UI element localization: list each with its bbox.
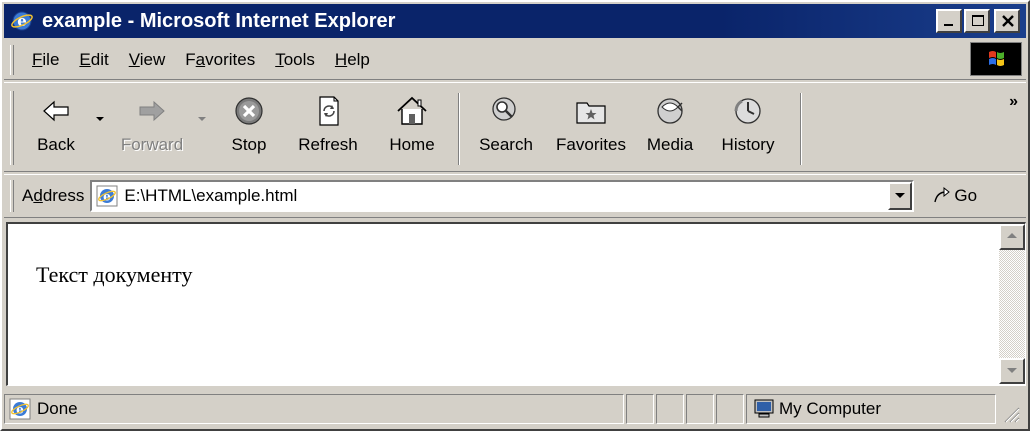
- status-pane-secure: [656, 393, 684, 424]
- close-icon: [1002, 15, 1014, 27]
- ie-logo-icon: e: [11, 11, 33, 31]
- status-bar: e Done My Computer: [4, 390, 1026, 427]
- search-button[interactable]: Search: [464, 91, 548, 167]
- scroll-up-button[interactable]: [999, 224, 1025, 250]
- address-input[interactable]: e E:\HTML\example.html: [90, 180, 915, 212]
- status-pane-main: e Done: [4, 393, 624, 424]
- svg-text:e: e: [17, 12, 27, 30]
- address-dropdown-button[interactable]: [888, 182, 913, 210]
- forward-button[interactable]: Forward: [112, 91, 192, 167]
- close-button[interactable]: [994, 9, 1020, 33]
- address-label: Address: [22, 186, 85, 205]
- status-text: Done: [37, 398, 78, 418]
- minimize-icon: [944, 24, 953, 26]
- history-button[interactable]: History: [706, 91, 790, 167]
- scroll-down-button[interactable]: [999, 358, 1025, 384]
- toolbar-end-separator: [800, 93, 802, 165]
- document-text: Текст документу: [36, 262, 193, 287]
- ie-page-icon: e: [96, 185, 118, 207]
- back-button[interactable]: Back: [22, 91, 90, 167]
- document-viewport[interactable]: Текст документу: [6, 222, 1026, 386]
- forward-arrow-icon: [139, 100, 165, 122]
- status-pane-privacy: [716, 393, 744, 424]
- window-title: example - Microsoft Internet Explorer: [42, 9, 396, 32]
- go-button[interactable]: Go: [932, 186, 977, 206]
- home-button[interactable]: Home: [372, 91, 452, 167]
- toolbar-grip[interactable]: [10, 91, 14, 165]
- zone-text: My Computer: [779, 398, 882, 418]
- stop-icon: [235, 97, 263, 125]
- menu-file[interactable]: File: [22, 50, 69, 70]
- address-url: E:\HTML\example.html: [124, 186, 298, 205]
- maximize-icon: [972, 15, 984, 26]
- favorites-button[interactable]: Favorites: [548, 91, 634, 167]
- menu-view[interactable]: View: [119, 50, 176, 70]
- status-pane-progress: [626, 393, 654, 424]
- media-button[interactable]: Media: [634, 91, 706, 167]
- stop-button[interactable]: Stop: [214, 91, 284, 167]
- minimize-button[interactable]: [936, 9, 962, 33]
- refresh-button[interactable]: Refresh: [284, 91, 372, 167]
- go-arrow-icon: [934, 186, 951, 203]
- resize-grip-icon[interactable]: [1000, 403, 1020, 423]
- menu-bar: File Edit View Favorites Tools Help: [4, 40, 1026, 80]
- ie-status-icon: e: [9, 398, 31, 419]
- menu-edit[interactable]: Edit: [69, 50, 118, 70]
- forward-dropdown[interactable]: [192, 83, 214, 159]
- windows-logo-icon: [970, 42, 1022, 76]
- toolbar-more-chevron[interactable]: »: [1009, 93, 1018, 111]
- menu-help[interactable]: Help: [325, 50, 380, 70]
- status-pane-zone: My Computer: [746, 393, 996, 424]
- favorites-folder-icon: [576, 102, 606, 124]
- address-bar: Address e E:\HTML\example.html Go: [4, 174, 1026, 218]
- home-icon: [397, 96, 427, 125]
- browser-window: e example - Microsoft Internet Explorer …: [0, 0, 1030, 431]
- search-icon: [492, 97, 516, 121]
- title-bar[interactable]: e example - Microsoft Internet Explorer: [4, 4, 1026, 38]
- my-computer-icon: [754, 399, 774, 417]
- back-arrow-icon: [43, 100, 69, 122]
- status-pane-offline: [686, 393, 714, 424]
- menu-tools[interactable]: Tools: [265, 50, 325, 70]
- back-dropdown[interactable]: [90, 83, 112, 159]
- media-icon: [657, 98, 683, 124]
- address-grip[interactable]: [10, 180, 14, 212]
- vertical-scrollbar[interactable]: [999, 224, 1025, 384]
- toolbar-separator: [458, 93, 460, 165]
- refresh-icon: [319, 96, 339, 126]
- menu-favorites[interactable]: Favorites: [175, 50, 265, 70]
- standard-toolbar: Back Forward Stop Refresh Home Search Fa…: [4, 82, 1026, 172]
- menu-grip[interactable]: [10, 44, 14, 75]
- maximize-button[interactable]: [964, 9, 990, 33]
- history-icon: [734, 98, 761, 124]
